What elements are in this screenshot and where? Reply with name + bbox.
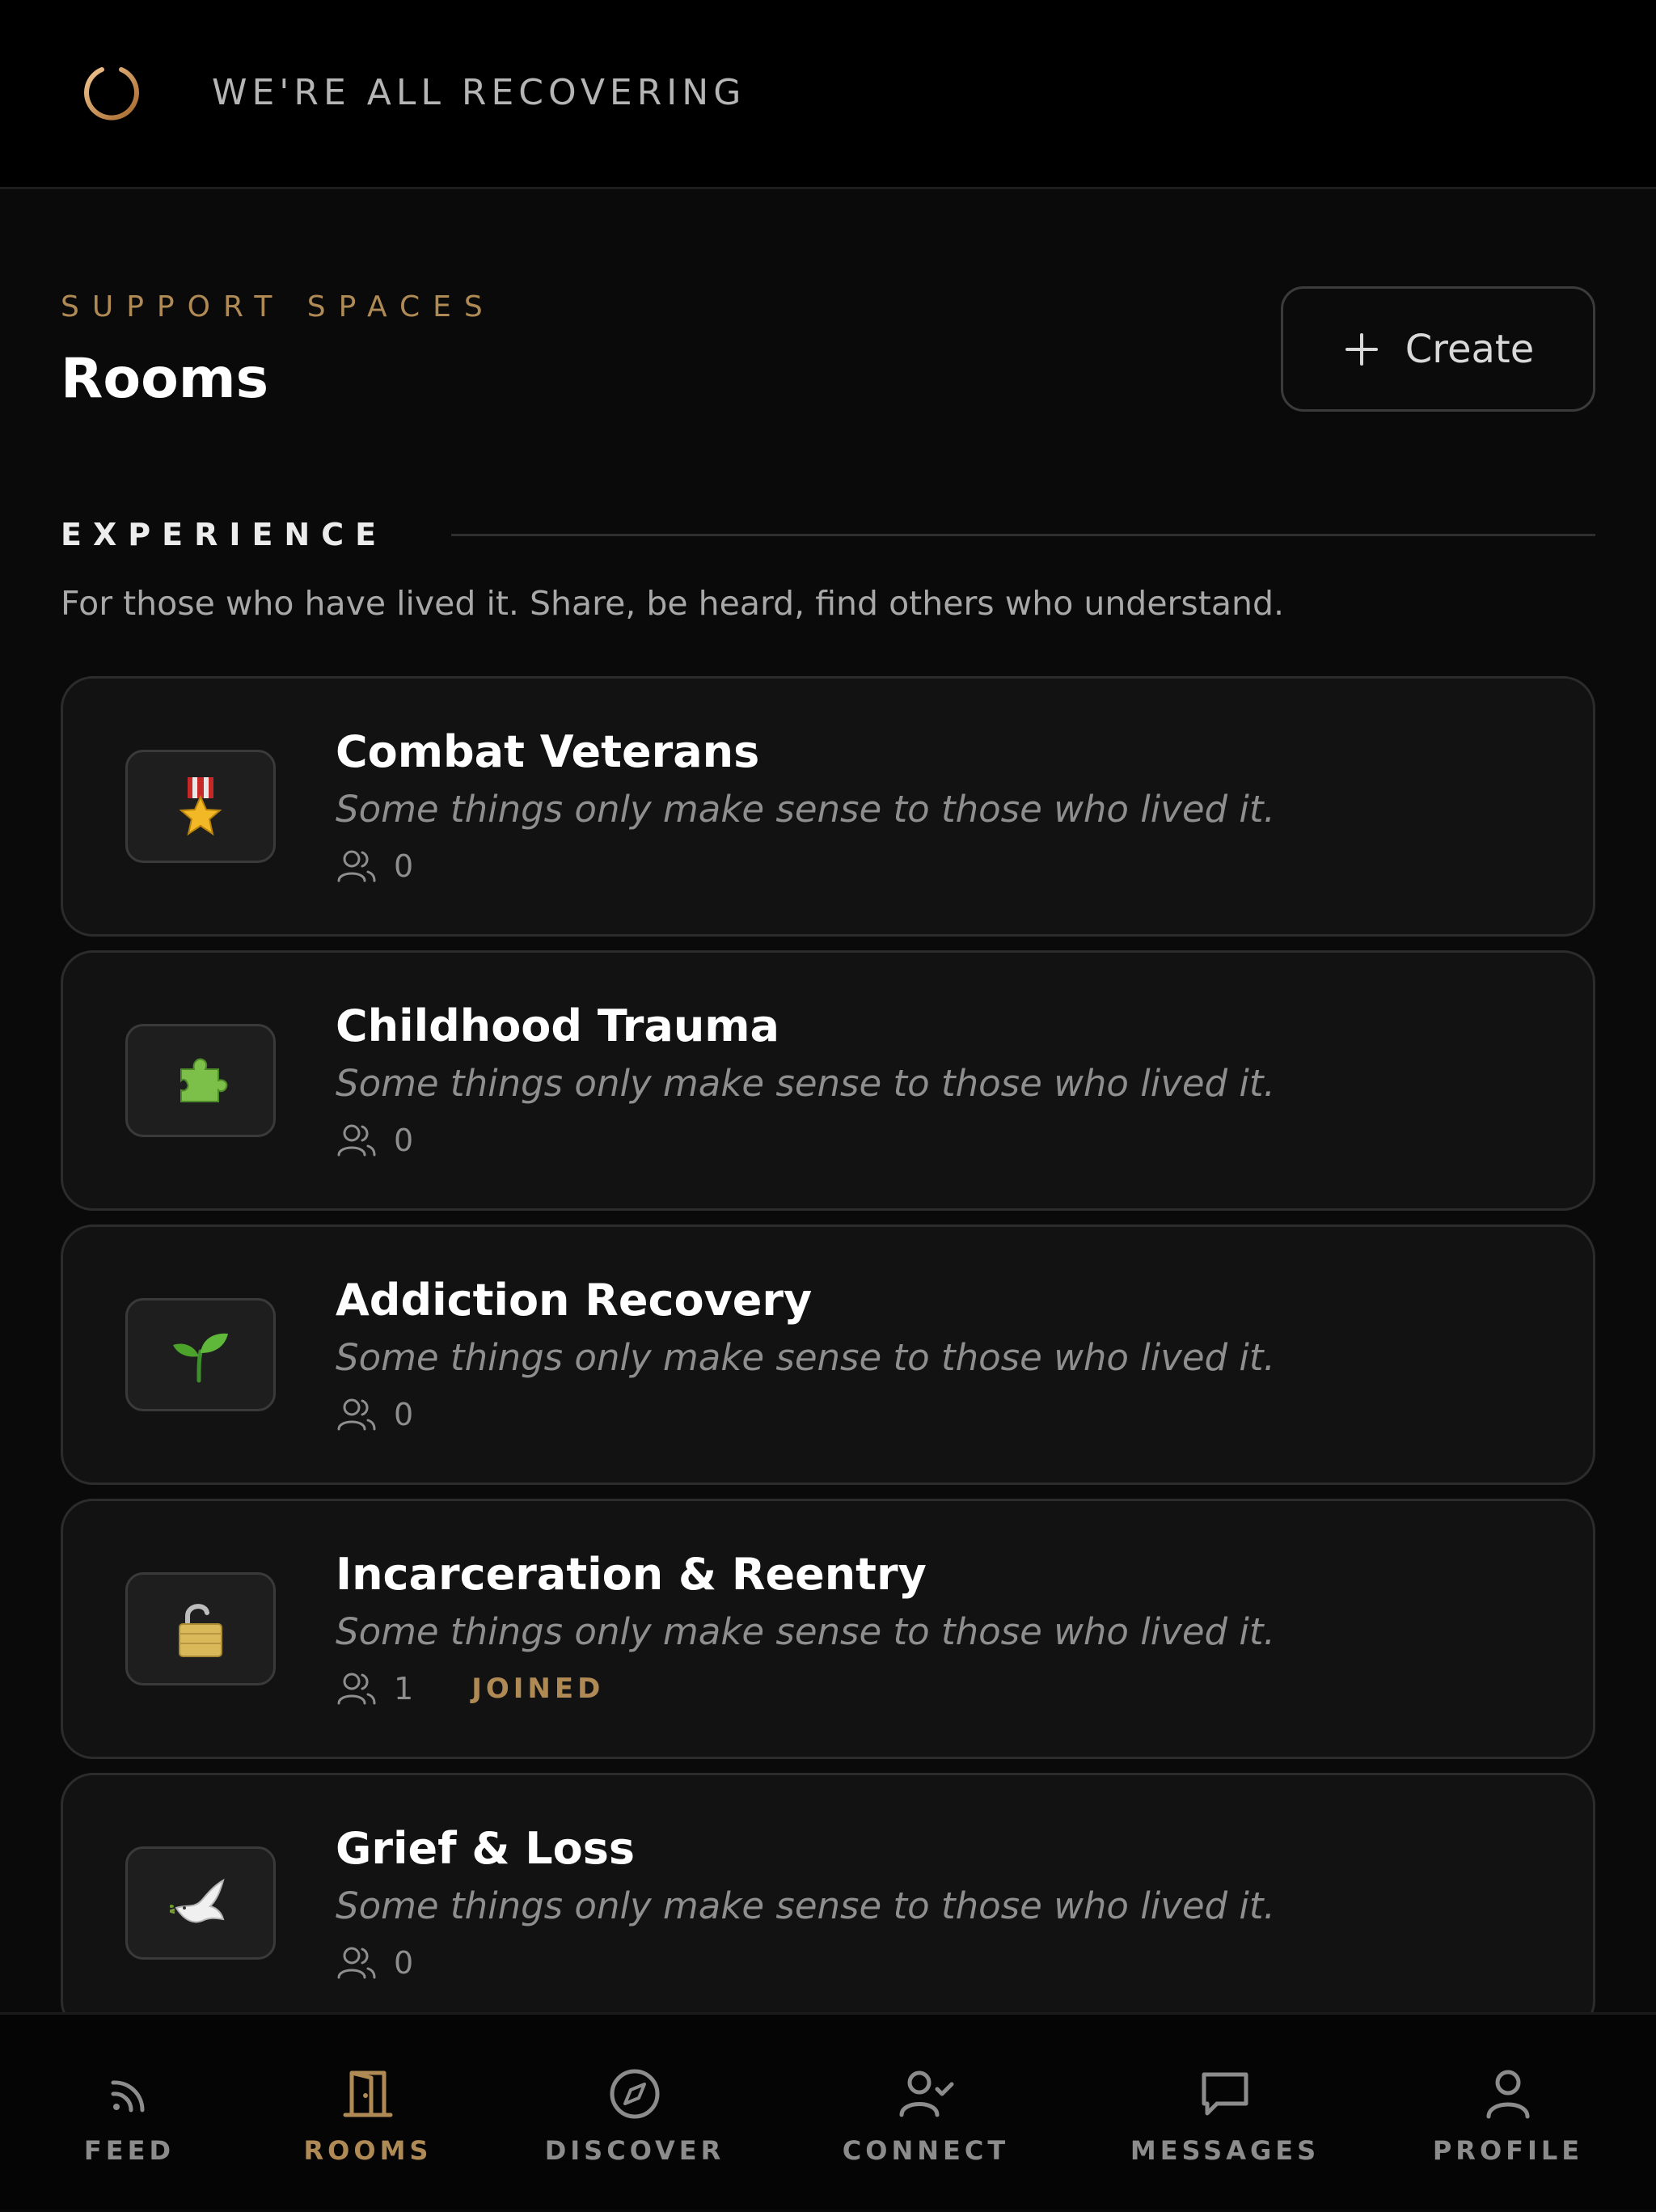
members-icon <box>337 1398 376 1431</box>
app-title: WE'RE ALL RECOVERING <box>212 72 746 113</box>
members-icon <box>337 1673 376 1705</box>
room-icon-tile <box>125 1846 276 1960</box>
room-card-addiction-recovery[interactable]: Addiction Recovery Some things only make… <box>61 1224 1595 1485</box>
members-icon <box>337 1947 376 1979</box>
nav-label: FEED <box>83 2135 175 2166</box>
room-tagline: Some things only make sense to those who… <box>336 1336 1275 1379</box>
member-count: 0 <box>394 1397 414 1432</box>
user-icon <box>1486 2070 1530 2119</box>
nav-item-rooms[interactable]: ROOMS <box>287 2015 449 2212</box>
member-count: 0 <box>394 1945 414 1981</box>
room-meta: 0 <box>336 1394 413 1436</box>
nav-label: DISCOVER <box>544 2135 725 2166</box>
room-card-childhood-trauma[interactable]: Childhood Trauma Some things only make s… <box>61 950 1595 1211</box>
section-divider <box>451 534 1595 536</box>
message-icon <box>1202 2072 1248 2116</box>
create-button-label: Create <box>1405 326 1535 372</box>
nav-item-feed[interactable]: FEED <box>49 2015 210 2212</box>
room-icon-tile <box>125 750 276 863</box>
nav-item-discover[interactable]: DISCOVER <box>534 2015 736 2212</box>
room-icon-tile <box>125 1024 276 1137</box>
section-description: For those who have lived it. Share, be h… <box>61 584 1285 623</box>
member-count: 0 <box>394 1123 414 1158</box>
room-name: Childhood Trauma <box>336 1000 779 1051</box>
members-icon <box>337 1124 376 1157</box>
feed-icon <box>111 2080 145 2113</box>
top-bar: WE'RE ALL RECOVERING <box>0 0 1656 189</box>
nav-item-connect[interactable]: CONNECT <box>825 2015 1027 2212</box>
compass-icon <box>610 2069 660 2119</box>
nav-label: ROOMS <box>303 2135 433 2166</box>
room-meta: 0 <box>336 1942 413 1984</box>
section-title: EXPERIENCE <box>61 517 388 552</box>
room-meta: 1 JOINED <box>336 1668 604 1710</box>
nav-label: CONNECT <box>842 2135 1010 2166</box>
plus-icon <box>1345 332 1378 366</box>
dove-icon <box>170 1878 225 1923</box>
room-name: Combat Veterans <box>336 726 760 777</box>
seedling-icon <box>173 1333 228 1383</box>
user-check-icon <box>899 2070 954 2117</box>
room-meta: 0 <box>336 845 413 887</box>
page-eyebrow: SUPPORT SPACES <box>61 290 496 324</box>
member-count: 1 <box>394 1671 414 1707</box>
nav-item-profile[interactable]: PROFILE <box>1423 2015 1593 2212</box>
room-icon-tile <box>125 1298 276 1411</box>
nav-label: PROFILE <box>1432 2135 1584 2166</box>
page-title: Rooms <box>61 347 269 411</box>
room-card-incarceration-reentry[interactable]: Incarceration & Reentry Some things only… <box>61 1499 1595 1759</box>
members-icon <box>337 850 376 882</box>
room-tagline: Some things only make sense to those who… <box>336 1062 1275 1105</box>
create-room-button[interactable]: Create <box>1281 286 1595 412</box>
room-tagline: Some things only make sense to those who… <box>336 788 1275 831</box>
open-padlock-icon <box>179 1604 222 1657</box>
door-icon <box>343 2070 393 2117</box>
room-card-combat-veterans[interactable]: Combat Veterans Some things only make se… <box>61 676 1595 937</box>
room-icon-tile <box>125 1572 276 1685</box>
military-medal-icon <box>179 777 222 836</box>
room-name: Grief & Loss <box>336 1823 636 1874</box>
room-tagline: Some things only make sense to those who… <box>336 1610 1275 1653</box>
room-card-grief-loss[interactable]: Grief & Loss Some things only make sense… <box>61 1773 1595 2033</box>
nav-item-messages[interactable]: MESSAGES <box>1120 2015 1330 2212</box>
nav-label: MESSAGES <box>1130 2135 1320 2166</box>
member-count: 0 <box>394 848 414 884</box>
puzzle-piece-icon <box>180 1058 228 1102</box>
joined-badge: JOINED <box>471 1673 605 1705</box>
room-name: Addiction Recovery <box>336 1275 813 1326</box>
app-logo-icon[interactable] <box>78 58 146 126</box>
bottom-nav: FEED ROOMS DISCOVER CONNECT MESSAGES PRO… <box>0 2012 1656 2210</box>
room-meta: 0 <box>336 1119 413 1161</box>
room-name: Incarceration & Reentry <box>336 1549 927 1600</box>
room-tagline: Some things only make sense to those who… <box>336 1884 1275 1927</box>
